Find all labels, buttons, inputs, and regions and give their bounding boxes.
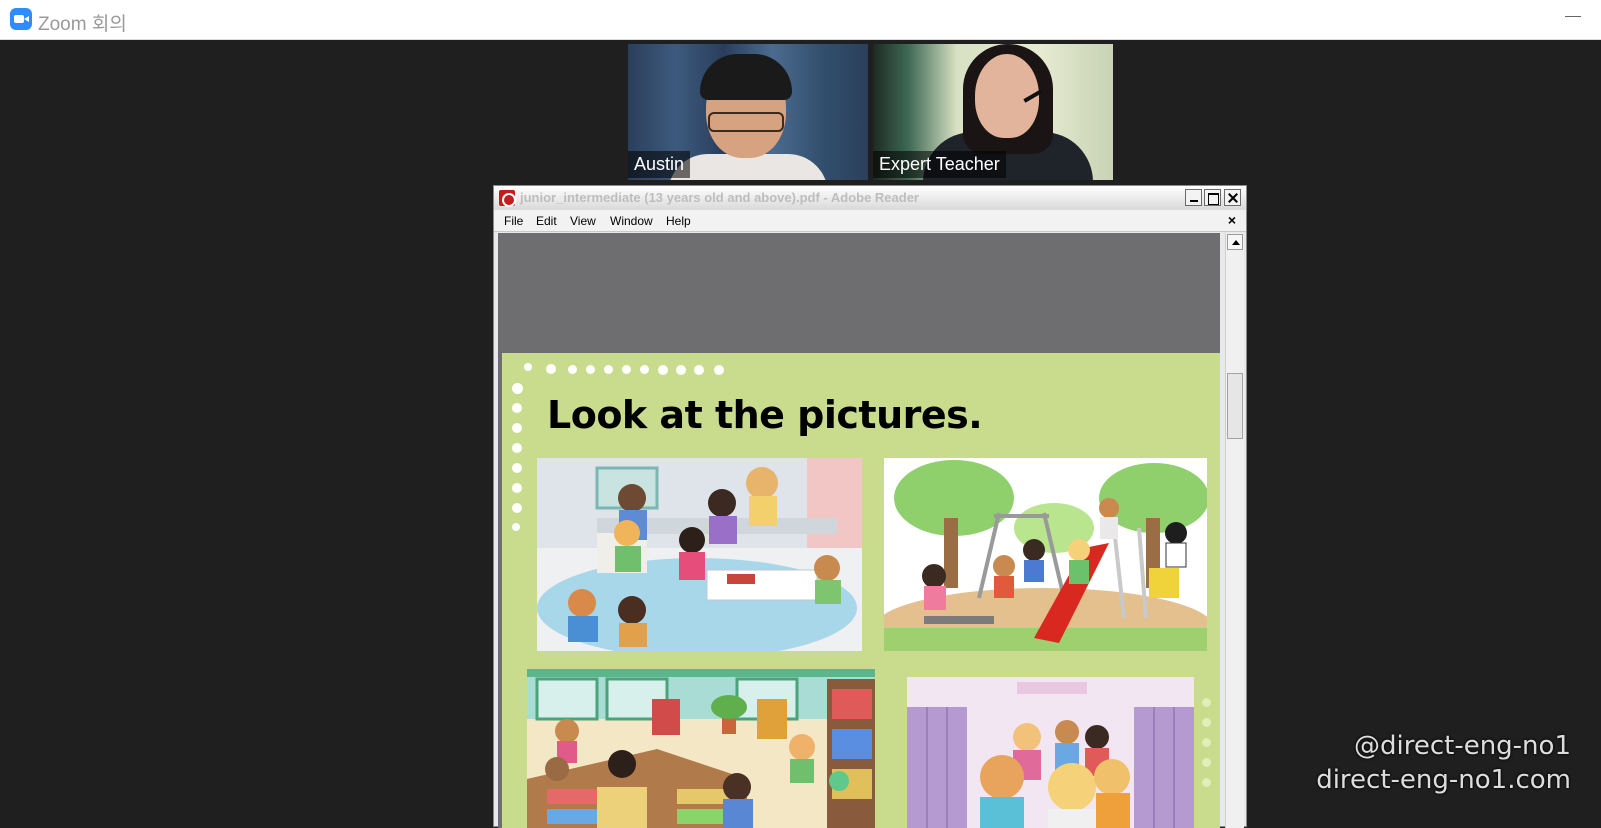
vertical-scrollbar[interactable] [1225, 233, 1244, 828]
decorative-dot [586, 365, 595, 374]
decorative-dot [1202, 758, 1211, 767]
menu-window[interactable]: Window [610, 214, 653, 228]
decorative-dot [512, 503, 522, 513]
decorative-dot [524, 363, 532, 371]
decorative-dot [512, 483, 522, 493]
reader-window-title: junior_intermediate (13 years old and ab… [520, 190, 919, 205]
menu-edit[interactable]: Edit [536, 214, 557, 228]
decorative-dot [1202, 778, 1211, 787]
picture-hallway [907, 677, 1194, 828]
decorative-dot [546, 364, 556, 374]
decorative-dot [676, 365, 686, 375]
participant-name: Austin [628, 151, 690, 178]
decorative-dot [512, 403, 522, 413]
decorative-dot [512, 443, 522, 453]
video-tile-austin[interactable]: Austin [628, 44, 868, 180]
menu-file[interactable]: File [504, 214, 523, 228]
reader-maximize-button[interactable] [1204, 189, 1221, 206]
participant-name: Expert Teacher [873, 151, 1006, 178]
pdf-page: Look at the pictures. [502, 353, 1220, 828]
watermark-site: direct-eng-no1.com [1316, 763, 1571, 797]
decorative-dot [694, 365, 704, 375]
reader-menubar: File Edit View Window Help × [494, 210, 1246, 232]
document-viewport[interactable]: Look at the pictures. [498, 233, 1220, 828]
reader-minimize-button[interactable] [1185, 189, 1202, 206]
window-title: Zoom 회의 [38, 9, 127, 36]
shared-screen-adobe-reader: junior_intermediate (13 years old and ab… [493, 185, 1247, 827]
pdf-icon [499, 190, 515, 206]
decorative-dot [640, 365, 649, 374]
menu-help[interactable]: Help [666, 214, 691, 228]
zoom-titlebar: Zoom 회의 [0, 0, 1601, 40]
reader-close-button[interactable] [1224, 189, 1241, 206]
decorative-dot [512, 423, 522, 433]
decorative-dot [604, 365, 613, 374]
document-close-icon[interactable]: × [1228, 212, 1236, 228]
zoom-camera-icon [10, 8, 32, 30]
decorative-dot [1202, 738, 1211, 747]
decorative-dot [1202, 698, 1211, 707]
watermark: @direct-eng-no1 direct-eng-no1.com [1316, 729, 1571, 797]
reader-titlebar: junior_intermediate (13 years old and ab… [494, 186, 1246, 210]
video-tile-expert-teacher[interactable]: Expert Teacher [873, 44, 1113, 180]
page-heading: Look at the pictures. [547, 393, 982, 437]
picture-classroom [537, 458, 862, 651]
minimize-button[interactable] [1565, 16, 1581, 17]
scroll-thumb[interactable] [1227, 373, 1243, 439]
decorative-dot [714, 365, 724, 375]
decorative-dot [1202, 718, 1211, 727]
watermark-handle: @direct-eng-no1 [1316, 729, 1571, 763]
decorative-dot [512, 463, 522, 473]
decorative-dot [658, 365, 668, 375]
decorative-dot [512, 523, 520, 531]
picture-playground [884, 458, 1207, 651]
decorative-dot [512, 383, 523, 394]
decorative-dot [622, 365, 631, 374]
picture-library [527, 669, 875, 828]
scroll-up-arrow-icon[interactable] [1227, 234, 1243, 250]
decorative-dot [568, 365, 577, 374]
menu-view[interactable]: View [570, 214, 596, 228]
